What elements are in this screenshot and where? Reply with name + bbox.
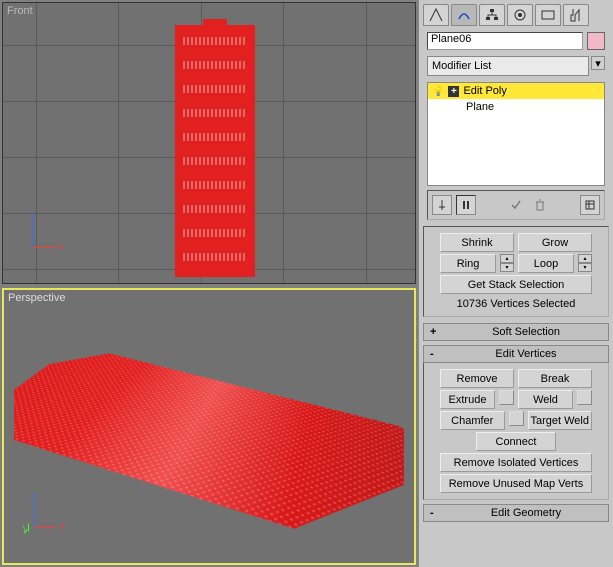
rollout-toggle-icon: - (430, 348, 442, 360)
modifier-list-label: Modifier List (432, 60, 491, 72)
chamfer-settings-button[interactable] (509, 411, 524, 426)
modifier-stack-item-editpoly[interactable]: 💡 + Edit Poly (428, 83, 604, 99)
command-panel: Plane06 Modifier List ▾ 💡 + Edit Poly Pl… (418, 0, 613, 567)
viewport-perspective-label: Perspective (8, 292, 65, 304)
rollout-title: Edit Vertices (450, 348, 602, 360)
remove-modifier-icon[interactable] (530, 195, 550, 215)
chamfer-button[interactable]: Chamfer (440, 411, 505, 430)
utilities-tab-icon[interactable] (563, 4, 589, 26)
get-stack-selection-button[interactable]: Get Stack Selection (440, 275, 592, 294)
loop-spinner[interactable]: ▴▾ (578, 254, 592, 273)
connect-button[interactable]: Connect (476, 432, 556, 451)
target-weld-button[interactable]: Target Weld (528, 411, 593, 430)
extrude-button[interactable]: Extrude (440, 390, 495, 409)
ring-button[interactable]: Ring (440, 254, 496, 273)
soft-selection-rollout-header[interactable]: + Soft Selection (423, 323, 609, 341)
viewport-front[interactable]: Front (2, 2, 416, 284)
modifier-stack[interactable]: 💡 + Edit Poly Plane (427, 82, 605, 186)
motion-tab-icon[interactable] (507, 4, 533, 26)
object-name-input[interactable]: Plane06 (427, 32, 583, 50)
rollout-toggle-icon: - (430, 507, 442, 519)
stack-item-label: Plane (466, 101, 494, 113)
remove-button[interactable]: Remove (440, 369, 514, 388)
hierarchy-tab-icon[interactable] (479, 4, 505, 26)
create-tab-icon[interactable] (423, 4, 449, 26)
modify-tab-icon[interactable] (451, 4, 477, 26)
remove-isolated-button[interactable]: Remove Isolated Vertices (440, 453, 592, 472)
ring-spinner[interactable]: ▴▾ (500, 254, 514, 273)
make-unique-icon[interactable] (506, 195, 526, 215)
edit-vertices-rollout-header[interactable]: - Edit Vertices (423, 345, 609, 363)
modifier-list-dropdown[interactable]: Modifier List (427, 56, 589, 76)
axis-gizmo-front (25, 221, 65, 261)
mesh-object-front[interactable] (175, 25, 255, 277)
expand-icon[interactable]: + (448, 86, 459, 97)
configure-sets-icon[interactable] (580, 195, 600, 215)
shrink-button[interactable]: Shrink (440, 233, 514, 252)
stack-item-label: Edit Poly (463, 85, 506, 97)
rollout-title: Edit Geometry (450, 507, 602, 519)
rollout-toggle-icon: + (430, 326, 442, 338)
weld-settings-button[interactable] (577, 390, 592, 405)
command-panel-tabs (419, 0, 613, 28)
remove-unused-button[interactable]: Remove Unused Map Verts (440, 474, 592, 493)
selection-count-label: 10736 Vertices Selected (428, 296, 604, 312)
loop-button[interactable]: Loop (518, 254, 574, 273)
show-end-result-icon[interactable] (456, 195, 476, 215)
weld-button[interactable]: Weld (518, 390, 573, 409)
viewport-area: Front Perspective (0, 0, 418, 567)
rollout-title: Soft Selection (450, 326, 602, 338)
axis-gizmo-perspective (26, 501, 66, 541)
break-button[interactable]: Break (518, 369, 592, 388)
object-color-swatch[interactable] (587, 32, 605, 50)
dropdown-arrow-icon[interactable]: ▾ (591, 56, 605, 70)
modifier-stack-item-plane[interactable]: Plane (428, 99, 604, 115)
display-tab-icon[interactable] (535, 4, 561, 26)
extrude-settings-button[interactable] (499, 390, 514, 405)
modifier-stack-toolbar (427, 190, 605, 220)
lightbulb-icon[interactable]: 💡 (432, 86, 444, 97)
viewport-front-label: Front (7, 5, 33, 17)
pin-stack-icon[interactable] (432, 195, 452, 215)
mesh-object-perspective[interactable] (14, 290, 404, 560)
edit-geometry-rollout-header[interactable]: - Edit Geometry (423, 504, 609, 522)
grow-button[interactable]: Grow (518, 233, 592, 252)
viewport-perspective[interactable]: Perspective (2, 288, 416, 565)
